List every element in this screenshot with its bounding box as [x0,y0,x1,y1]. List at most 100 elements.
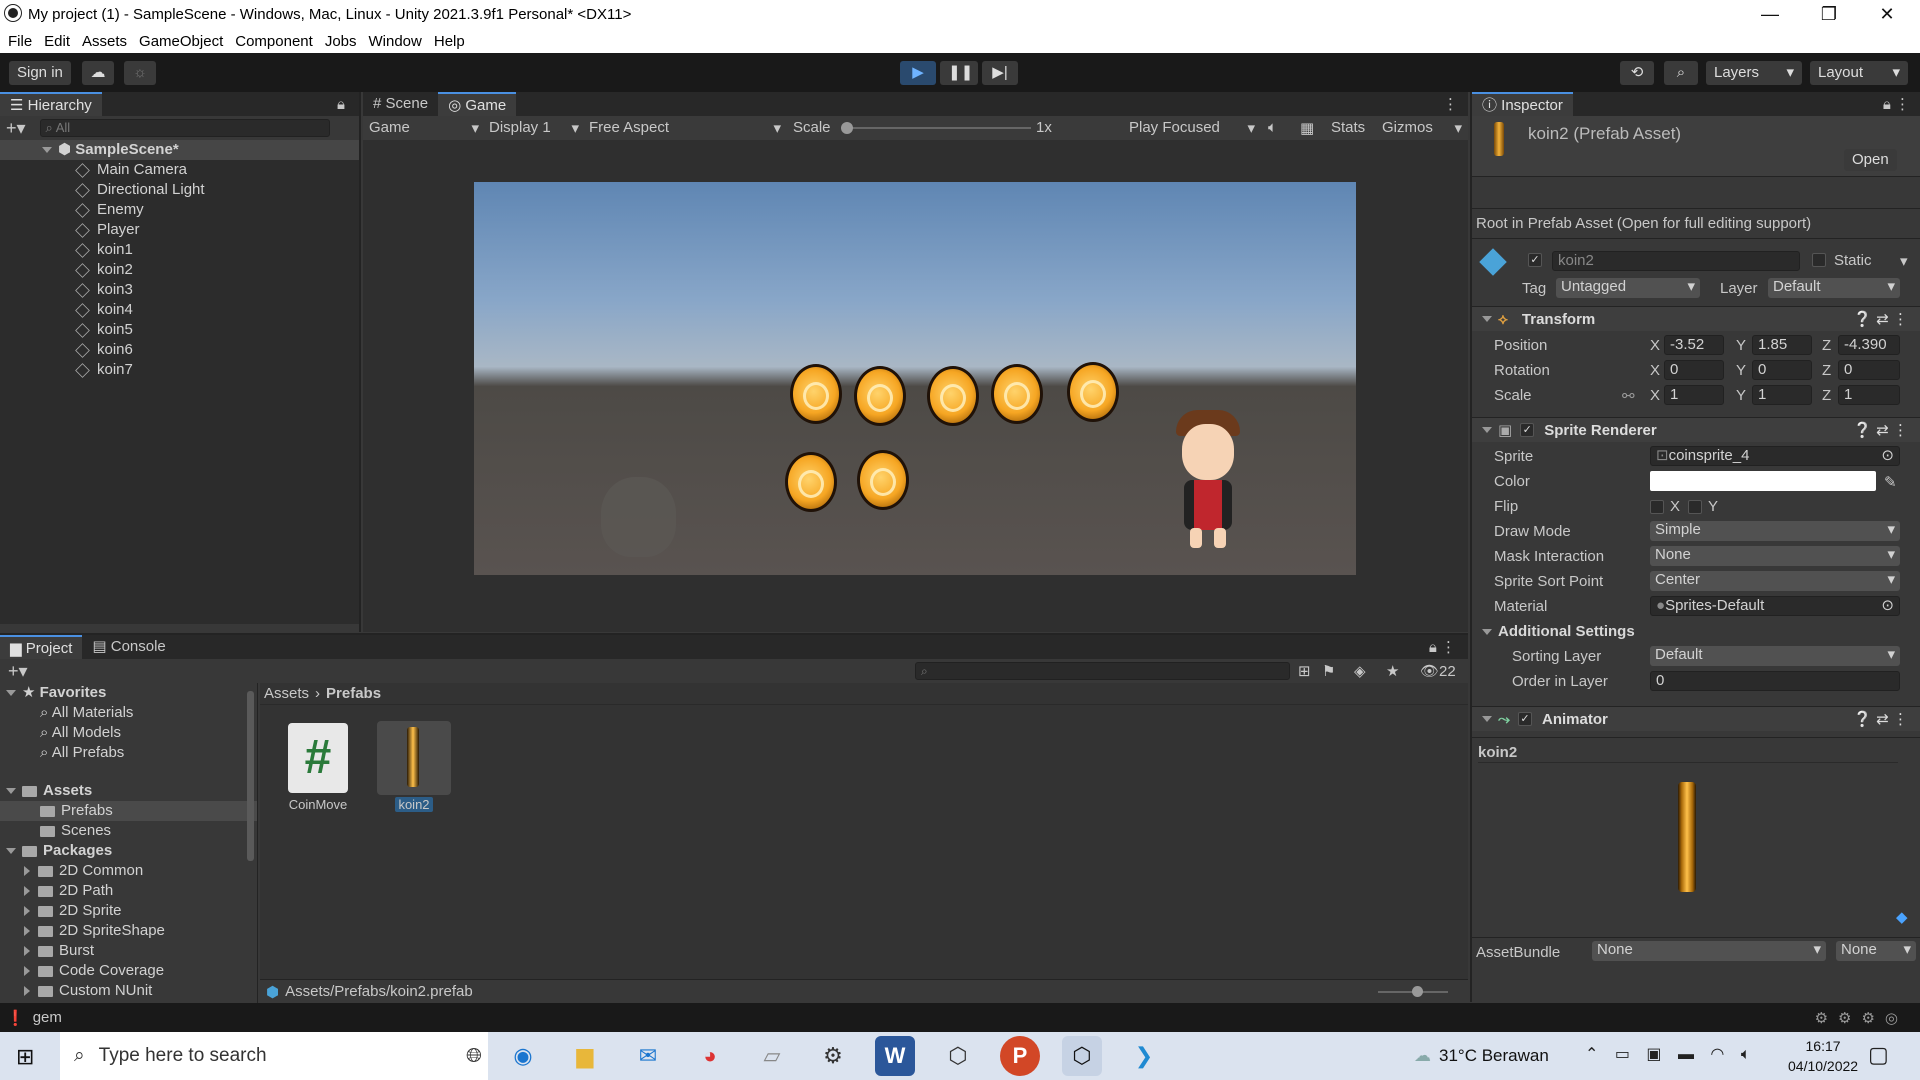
minimize-button[interactable]: — [1741,0,1799,29]
scale-x-field[interactable]: 1 [1664,385,1724,405]
assets-header[interactable]: Assets [0,781,257,801]
menu-file[interactable]: File [8,33,32,50]
settings-gear-icon[interactable]: ⚙ [813,1036,853,1076]
package-item[interactable]: 2D Sprite [0,901,257,921]
label-tag-icon[interactable]: ◆ [1896,908,1908,926]
game-viewport[interactable] [363,140,1468,632]
close-button[interactable]: ✕ [1858,0,1916,29]
tag-dropdown[interactable]: Untagged ▾ [1556,278,1700,298]
hierarchy-item[interactable]: koin3 [0,280,359,300]
status-icons[interactable]: ⚙⚙⚙◎ [1815,1009,1908,1027]
file-explorer-icon[interactable]: ▆ [565,1036,605,1076]
chevron-down-icon[interactable]: ▾ [1900,252,1908,270]
tab-hierarchy[interactable]: ☰ Hierarchy [0,92,102,116]
lock-icon[interactable]: 🔒︎ ⋮ [1883,95,1910,113]
active-checkbox[interactable]: ✓ [1528,253,1542,267]
expand-icon[interactable] [1482,629,1492,636]
package-item[interactable]: 2D SpriteShape [0,921,257,941]
edge-browser-icon[interactable]: ◉ [503,1036,543,1076]
scale-slider-handle[interactable] [841,122,853,134]
tab-scene[interactable]: # Scene [363,92,438,116]
display-dropdown[interactable]: Display 1 ▾ [489,119,579,137]
asset-tile-selected[interactable]: koin2 [376,721,452,813]
expand-icon[interactable] [42,147,52,154]
favorites-header[interactable]: ★ Favorites [0,683,257,703]
tray-icons[interactable]: ⌃ ▭ ▣ ▬ ◠ 🔈︎ [1585,1044,1756,1064]
weather-widget[interactable]: ☁ 31°C Berawan [1414,1032,1549,1080]
menu-help[interactable]: Help [434,33,465,50]
expand-icon[interactable] [6,788,16,795]
maximize-button[interactable]: ❐ [1800,0,1858,29]
sprite-field[interactable]: ⊡coinsprite_4 ⊙ [1650,446,1900,466]
desktop-app-icon[interactable]: ▱ [752,1036,792,1076]
position-x-field[interactable]: -3.52 [1664,335,1724,355]
step-button[interactable]: ▶| [982,61,1018,85]
expand-icon[interactable] [1482,427,1492,433]
package-item[interactable]: Custom NUnit [0,981,257,1001]
position-y-field[interactable]: 1.85 [1752,335,1812,355]
sorting-layer-dropdown[interactable]: Default ▾ [1650,646,1900,666]
pause-button[interactable]: ❚❚ [940,61,978,85]
rotation-z-field[interactable]: 0 [1838,360,1900,380]
tab-console[interactable]: ▤ Console [82,635,175,659]
add-icon[interactable]: +▾ [6,118,26,139]
menu-jobs[interactable]: Jobs [325,33,357,50]
mute-audio-icon[interactable]: 🔈︎ [1268,119,1277,136]
history-icon[interactable]: ⟲ [1620,61,1654,85]
more-icon[interactable]: ⋮ [1443,95,1458,113]
hierarchy-item[interactable]: koin4 [0,300,359,320]
expand-icon[interactable] [1482,316,1492,322]
project-search-input[interactable]: ⌕ [915,662,1290,680]
scale-z-field[interactable]: 1 [1838,385,1900,405]
cloud-icon[interactable]: ☁ [82,61,114,85]
hierarchy-item[interactable]: koin7 [0,360,359,380]
help-icon[interactable]: ❔ ⇄ ⋮ [1853,310,1908,328]
scale-slider-track[interactable] [845,127,1031,129]
assetbundle-variant-dropdown[interactable]: None ▾ [1836,941,1916,961]
mail-icon[interactable]: ✉ [628,1036,668,1076]
expand-icon[interactable] [24,886,30,897]
search-icon[interactable]: ⌕ [1664,61,1698,85]
expand-icon[interactable] [6,690,16,697]
hierarchy-item[interactable]: Enemy [0,200,359,220]
rotation-y-field[interactable]: 0 [1752,360,1812,380]
lock-icon[interactable]: 🔒︎ ⋮ [1429,638,1456,656]
expand-icon[interactable] [24,866,30,877]
hierarchy-item[interactable]: Directional Light [0,180,359,200]
gizmos-dropdown[interactable]: Gizmos ▾ [1382,119,1462,137]
clock[interactable]: 16:17 04/10/2022 [1788,1036,1858,1076]
unity-hub-icon[interactable]: ⬡ [938,1036,978,1076]
rotation-x-field[interactable]: 0 [1664,360,1724,380]
layer-dropdown[interactable]: Default ▾ [1768,278,1900,298]
stats-button[interactable]: Stats [1331,119,1365,136]
hierarchy-item[interactable]: koin2 [0,260,359,280]
object-picker-icon[interactable]: ⊙ [1881,447,1894,465]
draw-mode-dropdown[interactable]: Simple ▾ [1650,521,1900,541]
flip-x-checkbox[interactable] [1650,500,1664,514]
sprite-renderer-enabled-checkbox[interactable]: ✓ [1520,423,1535,437]
object-name-field[interactable]: koin2 [1552,251,1800,271]
expand-icon[interactable] [24,906,30,917]
mode-dropdown[interactable]: Game ▾ [369,119,479,137]
unity-editor-icon[interactable]: ⬡ [1062,1036,1102,1076]
constrain-link-icon[interactable]: ⚯ [1622,387,1635,405]
scale-y-field[interactable]: 1 [1752,385,1812,405]
scene-root[interactable]: ⬢ SampleScene* [0,140,359,160]
transform-header[interactable]: ⟡ Transform ❔ ⇄ ⋮ [1472,306,1920,331]
favorites-item[interactable]: ⌕ All Materials [0,703,257,723]
help-icon[interactable]: ❔ ⇄ ⋮ [1853,421,1908,439]
material-field[interactable]: ●Sprites-Default ⊙ [1650,596,1900,616]
windows-start-icon[interactable]: ⊞ [16,1044,34,1070]
package-item[interactable]: Code Coverage [0,961,257,981]
package-item[interactable]: 2D Path [0,881,257,901]
package-item[interactable]: Burst [0,941,257,961]
menu-gameobject[interactable]: GameObject [139,33,223,50]
folder-tree-scrollbar[interactable] [247,691,254,861]
thumbnail-size-slider-handle[interactable] [1412,986,1423,997]
favorites-item[interactable]: ⌕ All Prefabs [0,743,257,763]
breadcrumb-assets[interactable]: Assets [264,685,309,702]
position-z-field[interactable]: -4.390 [1838,335,1900,355]
menu-component[interactable]: Component [235,33,313,50]
folder-item[interactable]: Scenes [0,821,257,841]
powerpoint-icon[interactable]: P [1000,1036,1040,1076]
